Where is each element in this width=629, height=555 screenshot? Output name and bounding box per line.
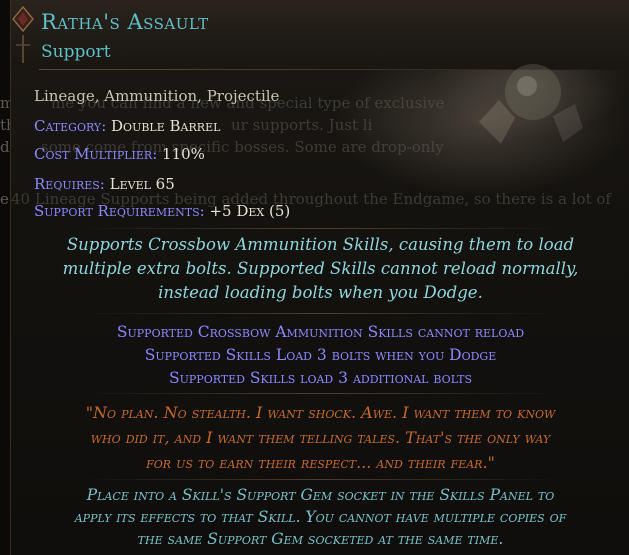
gem-modifiers: Supported Crossbow Ammunition Skills can… bbox=[21, 321, 620, 390]
help-text: Place into a Skill's Support Gem socket … bbox=[21, 484, 620, 550]
flavour-text: "No plan. No stealth. I want shock. Awe.… bbox=[21, 400, 620, 475]
property-category: Category: Double Barrel bbox=[34, 117, 220, 135]
section-divider bbox=[81, 313, 560, 314]
flavour-line: "No plan. No stealth. I want shock. Awe.… bbox=[85, 403, 556, 422]
help-line: apply its effects to that Skill. You can… bbox=[74, 508, 567, 526]
property-value: Double Barrel bbox=[111, 117, 221, 135]
item-type: Support bbox=[41, 42, 111, 62]
requirement-value: +5 Dex (5) bbox=[209, 202, 291, 220]
gem-frame-ornament-icon bbox=[12, 5, 34, 63]
decorative-orb-icon bbox=[479, 64, 583, 144]
property-label: Category: bbox=[34, 117, 112, 135]
modifier-line: Supported Skills Load 3 bolts when you D… bbox=[144, 346, 497, 364]
section-divider bbox=[81, 479, 560, 480]
flavour-line: who did it, and I want them telling tale… bbox=[90, 428, 551, 447]
background-text-line: e bbox=[0, 190, 9, 208]
flavour-line: for us to earn their respect... and thei… bbox=[146, 453, 495, 472]
description-line: multiple extra bolts. Supported Skills c… bbox=[62, 259, 579, 278]
gem-description: Supports Crossbow Ammunition Skills, cau… bbox=[21, 233, 620, 305]
background-text-line: d bbox=[0, 138, 10, 156]
modifier-line: Supported Skills load 3 additional bolts bbox=[169, 369, 472, 387]
requirement-label: Requires: bbox=[34, 175, 110, 193]
section-divider bbox=[81, 393, 560, 394]
requirement-level: Requires: Level 65 bbox=[34, 175, 175, 193]
description-line: Supports Crossbow Ammunition Skills, cau… bbox=[66, 235, 575, 254]
property-label: Cost Multiplier: bbox=[34, 145, 163, 163]
requirement-value: Level 65 bbox=[109, 175, 175, 193]
item-name: Ratha's Assault bbox=[41, 10, 209, 34]
property-value: 110% bbox=[162, 145, 205, 163]
support-gem-tooltip: Ratha's Assault Support me you can find … bbox=[10, 0, 629, 555]
help-line: Place into a Skill's Support Gem socket … bbox=[86, 486, 555, 504]
modifier-line: Supported Crossbow Ammunition Skills can… bbox=[116, 323, 525, 341]
support-requirements: Support Requirements: +5 Dex (5) bbox=[34, 202, 290, 220]
help-line: the same Support Gem socketed at the sam… bbox=[137, 530, 504, 548]
property-cost-multiplier: Cost Multiplier: 110% bbox=[34, 145, 205, 163]
gem-tags: Lineage, Ammunition, Projectile bbox=[34, 87, 280, 105]
requirement-label: Support Requirements: bbox=[34, 202, 210, 220]
description-line: instead loading bolts when you Dodge. bbox=[158, 283, 483, 302]
section-divider bbox=[81, 228, 560, 229]
background-text-line: ur supports. Just li bbox=[231, 116, 373, 134]
